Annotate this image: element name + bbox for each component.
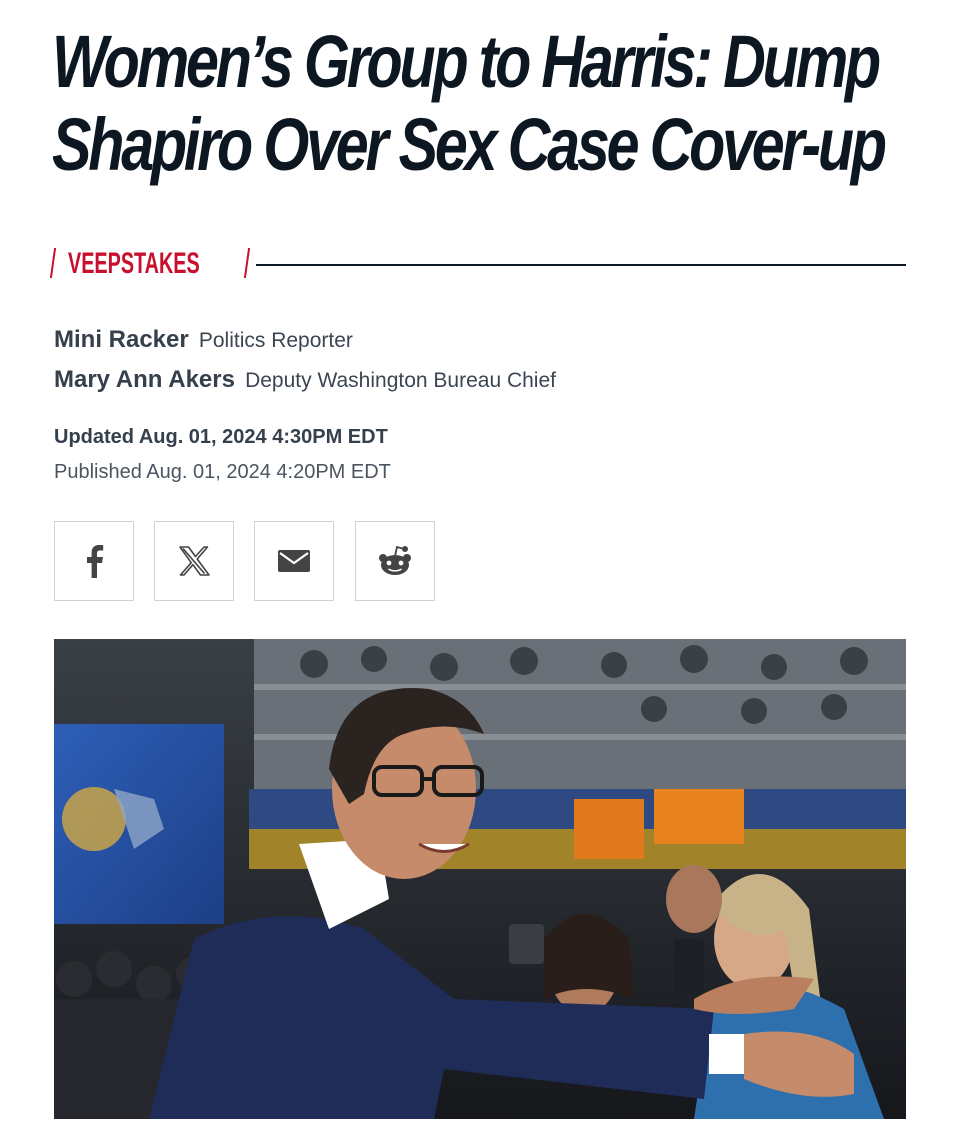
published-date: Published Aug. 01, 2024 4:20PM EDT — [54, 461, 391, 483]
share-x-button[interactable] — [154, 521, 234, 601]
facebook-icon — [87, 545, 104, 578]
byline-author-1: Mini Racker Politics Reporter — [54, 326, 353, 355]
share-email-button[interactable] — [254, 521, 334, 601]
share-facebook-button[interactable] — [54, 521, 134, 601]
x-icon — [179, 546, 210, 576]
article-headline: Women’s Group to Harris: Dump Shapiro Ov… — [52, 20, 887, 186]
byline-author-2: Mary Ann Akers Deputy Washington Bureau … — [54, 366, 556, 395]
share-reddit-button[interactable] — [355, 521, 435, 601]
section-label[interactable]: VEEPSTAKES — [68, 246, 200, 282]
author-name[interactable]: Mary Ann Akers — [54, 366, 235, 393]
hero-image-illustration — [54, 639, 906, 1119]
email-icon — [278, 550, 310, 572]
reddit-icon — [379, 545, 411, 575]
section-bar-left — [49, 248, 57, 278]
author-name[interactable]: Mini Racker — [54, 326, 189, 353]
section-bar-right — [243, 248, 251, 278]
updated-date: Updated Aug. 01, 2024 4:30PM EDT — [54, 426, 388, 448]
author-role: Politics Reporter — [198, 329, 353, 352]
article-hero-image — [54, 639, 906, 1119]
author-role: Deputy Washington Bureau Chief — [245, 369, 556, 392]
section-tag: VEEPSTAKES — [49, 242, 906, 286]
section-rule — [256, 264, 906, 266]
